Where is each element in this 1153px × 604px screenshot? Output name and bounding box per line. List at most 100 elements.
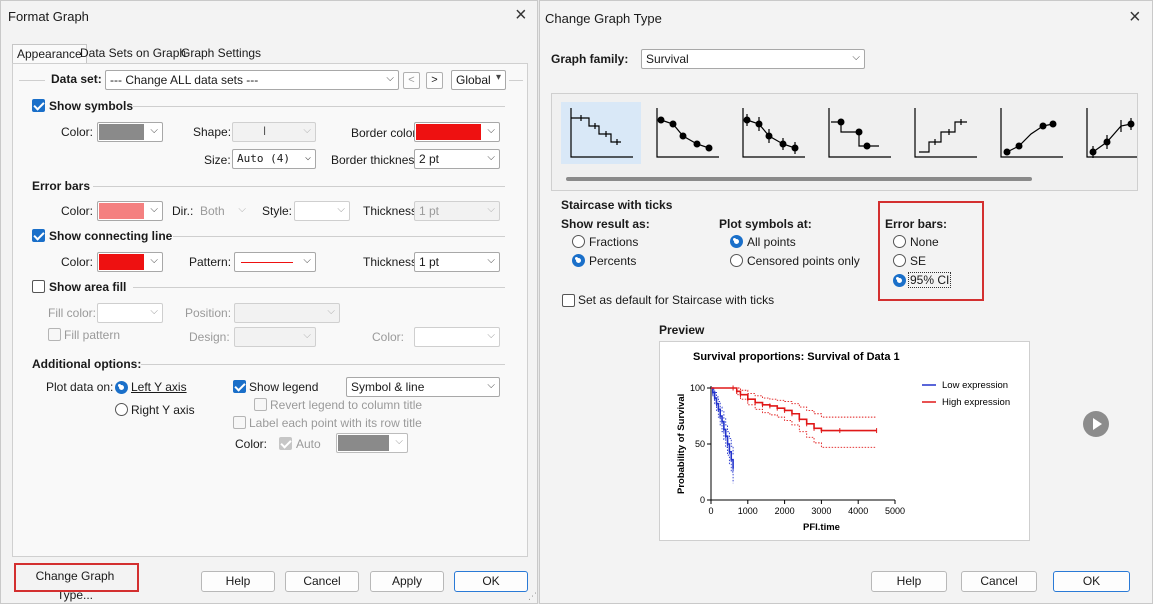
symbol-color-picker[interactable]: ⌵ [97, 122, 163, 142]
chevron-down-icon: ⌵ [337, 204, 345, 215]
shape-select[interactable]: ǀ ⌵ [232, 122, 316, 142]
apply-button[interactable]: Apply [370, 571, 444, 592]
percents-radio[interactable] [572, 254, 585, 267]
resize-grip-icon[interactable]: ⋰ [528, 591, 537, 602]
direction-select[interactable]: Both ⌵ [195, 201, 251, 221]
graph-family-select[interactable]: Survival ⌵ [641, 49, 865, 69]
show-area-fill-label: Show area fill [49, 280, 127, 294]
y-tick-label: 0 [700, 495, 705, 505]
thumb-points-line-up[interactable] [991, 102, 1071, 164]
show-symbols-checkbox[interactable] [32, 99, 45, 112]
error-bar-style-select[interactable]: ⌵ [294, 201, 350, 221]
play-triangle [1093, 418, 1102, 430]
preview-label: Preview [659, 323, 705, 337]
legend-style-select[interactable]: Symbol & line ⌵ [346, 377, 500, 397]
tab-data-sets-on-graph[interactable]: Data Sets on Graph [76, 44, 190, 63]
censored-points-label: Censored points only [747, 254, 860, 268]
pattern-select[interactable]: ⌵ [234, 252, 316, 272]
line-thickness-label: Thickness: [363, 255, 421, 269]
next-data-set-button[interactable]: > [426, 72, 443, 89]
close-icon[interactable]: × [1129, 7, 1141, 27]
error-bar-color-swatch [99, 203, 144, 219]
set-default-checkbox[interactable] [562, 294, 575, 307]
size-select[interactable]: Auto (4) ⌵ [232, 149, 316, 169]
fill-pattern-checkbox[interactable] [48, 328, 61, 341]
global-dropdown[interactable]: Global ▾ [451, 70, 506, 90]
border-thickness-select[interactable]: 2 pt ⌵ [414, 149, 500, 169]
thumb-points-errorbars-up[interactable] [1077, 102, 1137, 164]
position-label: Position: [185, 306, 232, 320]
error-bar-thickness-value: 1 pt [419, 204, 440, 218]
fractions-radio[interactable] [572, 235, 585, 248]
auto-color-checkbox[interactable] [279, 437, 292, 450]
data-set-select[interactable]: --- Change ALL data sets --- ⌵ [105, 70, 399, 90]
right-y-axis-radio[interactable] [115, 403, 128, 416]
legend-color-label: Color: [235, 437, 268, 451]
cancel-button[interactable]: Cancel [285, 571, 359, 592]
censored-points-radio[interactable] [730, 254, 743, 267]
design-select[interactable]: ⌵ [234, 327, 316, 347]
symbol-color-swatch [99, 124, 144, 140]
shape-value: ǀ [263, 124, 267, 138]
line-color-picker[interactable]: ⌵ [97, 252, 163, 272]
thumb-staircase-with-ticks[interactable] [561, 102, 641, 164]
pattern-label: Pattern: [189, 255, 232, 269]
legend-style-value: Symbol & line [351, 380, 425, 394]
revert-legend-checkbox[interactable] [254, 398, 267, 411]
chevron-down-icon: ⌵ [487, 330, 495, 341]
all-points-radio[interactable] [730, 235, 743, 248]
show-connecting-line-checkbox[interactable] [32, 229, 45, 242]
gallery-scrollbar[interactable] [566, 177, 1032, 181]
chevron-down-icon: ⌵ [487, 125, 495, 136]
x-tick-label: 2000 [775, 506, 795, 516]
cancel-button-2[interactable]: Cancel [961, 571, 1037, 592]
direction-value: Both [200, 204, 225, 218]
thumb-staircase-up[interactable] [905, 102, 985, 164]
error-bar-thickness-label: Thickness: [363, 204, 421, 218]
fill-color-picker[interactable]: ⌵ [97, 303, 163, 323]
left-y-axis-radio[interactable] [115, 381, 128, 394]
legend-color-picker[interactable]: ⌵ [336, 433, 408, 453]
y-tick-label: 50 [695, 439, 705, 449]
position-select[interactable]: ⌵ [234, 303, 340, 323]
ok-button-2[interactable]: OK [1053, 571, 1130, 592]
none-radio[interactable] [893, 235, 906, 248]
divider [133, 106, 505, 107]
help-button-2[interactable]: Help [871, 571, 947, 592]
error-bar-thickness-select[interactable]: 1 pt ⌵ [414, 201, 500, 221]
show-symbols-label: Show symbols [49, 99, 134, 113]
error-bar-color-picker[interactable]: ⌵ [97, 201, 163, 221]
survival-curve-1 [711, 387, 877, 432]
line-thickness-select[interactable]: 1 pt ⌵ [414, 252, 500, 272]
staircase-points-icon [828, 108, 891, 158]
play-preview-icon[interactable] [1083, 411, 1109, 437]
thumb-staircase-points[interactable] [819, 102, 899, 164]
chevron-down-icon: ⌵ [487, 380, 495, 391]
thumb-points-errorbars[interactable] [733, 102, 813, 164]
se-radio[interactable] [893, 254, 906, 267]
format-graph-title: Format Graph [8, 9, 89, 24]
chevron-down-icon: ⌵ [303, 330, 311, 341]
label-each-point-checkbox[interactable] [233, 416, 246, 429]
previous-data-set-button[interactable]: < [403, 72, 420, 89]
show-area-fill-checkbox[interactable] [32, 280, 45, 293]
line-color-label: Color: [61, 255, 94, 269]
tab-graph-settings[interactable]: Graph Settings [177, 44, 265, 63]
ci95-radio[interactable] [893, 274, 906, 287]
border-color-picker[interactable]: ⌵ [414, 122, 500, 142]
help-button[interactable]: Help [201, 571, 275, 592]
close-icon[interactable]: × [515, 5, 527, 25]
chevron-down-icon: ⌵ [304, 152, 311, 163]
preview-box: Survival proportions: Survival of Data 1… [659, 341, 1030, 541]
ok-button[interactable]: OK [454, 571, 528, 592]
show-legend-checkbox[interactable] [233, 380, 246, 393]
divider [141, 364, 505, 365]
show-result-as-label: Show result as: [561, 217, 650, 231]
chevron-down-icon: ⌵ [487, 152, 495, 163]
line-color-swatch [99, 254, 144, 270]
staircase-up-icon [914, 108, 977, 158]
legend-color-swatch [338, 435, 389, 451]
thumb-points-line[interactable] [647, 102, 727, 164]
data-set-value: --- Change ALL data sets --- [110, 73, 259, 87]
area-fill-color-picker[interactable]: ⌵ [414, 327, 500, 347]
